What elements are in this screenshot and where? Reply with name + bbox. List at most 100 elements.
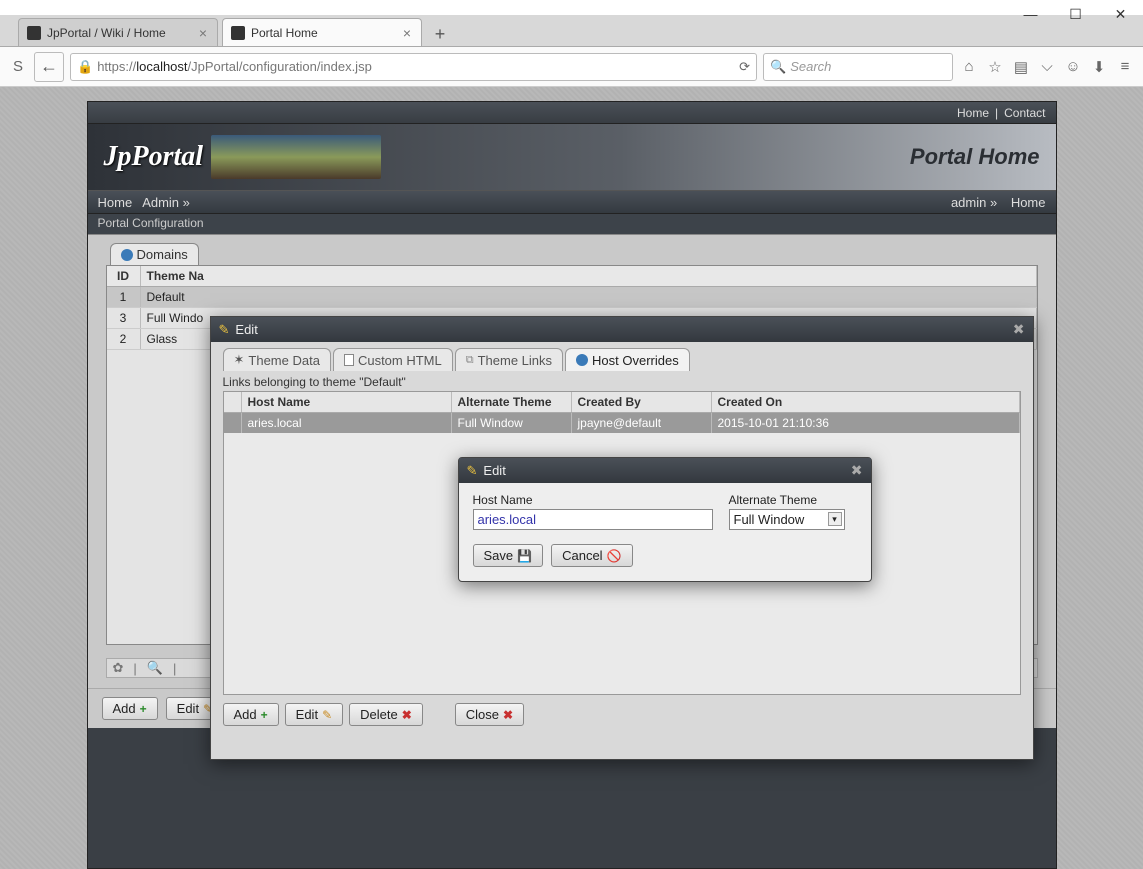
alt-theme-label: Alternate Theme (729, 493, 845, 507)
url-path: /JpPortal/configuration/index.jsp (188, 59, 372, 74)
tab-domains[interactable]: Domains (110, 243, 199, 265)
tab-portal-home[interactable]: Portal Home × (222, 18, 422, 46)
menu-user[interactable]: admin » (951, 195, 997, 210)
page-icon (344, 354, 354, 366)
browser-window: — ☐ ✕ JpPortal / Wiki / Home × Portal Ho… (0, 0, 1143, 869)
dialog-titlebar[interactable]: ✎ Edit ✖ (211, 317, 1033, 342)
menu-rhome[interactable]: Home (1011, 195, 1046, 210)
dialog-tabs: ✶ Theme Data Custom HTML ⧉ Theme Links H… (211, 342, 1033, 371)
col-name[interactable]: Theme Na (141, 266, 1037, 286)
search-placeholder: Search (790, 59, 831, 74)
globe-icon (576, 354, 588, 366)
back-button[interactable]: ← (34, 52, 64, 82)
shield-icon[interactable]: S (8, 57, 28, 77)
host-name-label: Host Name (473, 493, 713, 507)
portal-header: JpPortal Portal Home (88, 124, 1056, 190)
edit-button[interactable]: Edit ✎ (285, 703, 343, 726)
cell-id: 3 (107, 308, 141, 328)
add-button[interactable]: Add + (102, 697, 158, 720)
portal-logo-image (211, 135, 381, 179)
tab-theme-links[interactable]: ⧉ Theme Links (455, 348, 563, 371)
tab-label: Theme Links (478, 353, 552, 368)
breadcrumb: Portal Configuration (88, 214, 1056, 234)
cell-host: aries.local (242, 413, 452, 433)
cell-blank (224, 413, 242, 433)
tab-custom-html[interactable]: Custom HTML (333, 348, 453, 371)
separator: | (995, 106, 998, 120)
pencil-icon: ✎ (467, 463, 478, 479)
window-close-button[interactable]: ✕ (1098, 0, 1143, 28)
maximize-button[interactable]: ☐ (1053, 0, 1098, 28)
plus-icon: + (261, 708, 268, 722)
url-bar[interactable]: 🔒 https:// localhost /JpPortal/configura… (70, 53, 757, 81)
config-tabs: Domains (88, 235, 1056, 265)
tab-label: Domains (137, 247, 188, 262)
save-button[interactable]: Save 💾 (473, 544, 544, 567)
cell-by: jpayne@default (572, 413, 712, 433)
btn-label: Add (234, 707, 257, 722)
menu-bar: Home Admin » admin » Home (88, 190, 1056, 214)
cell-id: 1 (107, 287, 141, 307)
dialog-titlebar[interactable]: ✎ Edit ✖ (459, 458, 871, 483)
host-name-input[interactable] (473, 509, 713, 530)
btn-label: Add (113, 701, 136, 716)
dialog-actions: Save 💾 Cancel 🚫 (473, 544, 857, 567)
plus-icon: + (140, 702, 147, 716)
download-icon[interactable]: ⬇ (1089, 57, 1109, 77)
gear-icon[interactable]: ✿ (113, 660, 124, 676)
minimize-button[interactable]: — (1008, 0, 1053, 28)
tab-wiki[interactable]: JpPortal / Wiki / Home × (18, 18, 218, 46)
tab-label: JpPortal / Wiki / Home (47, 26, 166, 40)
top-nav: Home | Contact (88, 102, 1056, 124)
cell-alt: Full Window (452, 413, 572, 433)
reload-icon[interactable]: ⟳ (739, 59, 750, 75)
dialog-close-icon[interactable]: ✖ (851, 462, 863, 479)
col-on[interactable]: Created On (712, 392, 1020, 412)
dialog-body: Host Name Alternate Theme Full Window ▾ (459, 483, 871, 581)
home-icon[interactable]: ⌂ (959, 57, 979, 77)
disk-icon: 💾 (517, 549, 532, 563)
pencil-icon: ✎ (219, 322, 230, 338)
alt-theme-select[interactable]: Full Window ▾ (729, 509, 845, 530)
new-tab-button[interactable]: + (428, 22, 452, 46)
tab-host-overrides[interactable]: Host Overrides (565, 348, 690, 371)
chevron-down-icon: ▾ (828, 512, 842, 526)
search-icon: 🔍 (770, 59, 786, 75)
col-by[interactable]: Created By (572, 392, 712, 412)
tab-label: Host Overrides (592, 353, 679, 368)
menu-icon[interactable]: ≡ (1115, 57, 1135, 77)
favicon-icon (27, 26, 41, 40)
tab-close-icon[interactable]: × (197, 25, 209, 41)
page-background: Home | Contact JpPortal Portal Home Home… (0, 87, 1143, 869)
magnifier-icon[interactable]: 🔍 (147, 660, 163, 676)
add-button[interactable]: Add + (223, 703, 279, 726)
smile-icon[interactable]: ☺ (1063, 57, 1083, 77)
btn-label: Save (484, 548, 514, 563)
topnav-home[interactable]: Home (957, 106, 989, 120)
col-alt[interactable]: Alternate Theme (452, 392, 572, 412)
tab-theme-data[interactable]: ✶ Theme Data (223, 348, 331, 371)
table-row[interactable]: aries.local Full Window jpayne@default 2… (224, 413, 1020, 433)
col-id[interactable]: ID (107, 266, 141, 286)
dialog-close-icon[interactable]: ✖ (1013, 321, 1025, 338)
cancel-button[interactable]: Cancel 🚫 (551, 544, 632, 567)
col-host[interactable]: Host Name (242, 392, 452, 412)
delete-button[interactable]: Delete ✖ (349, 703, 423, 726)
separator: | (173, 661, 176, 676)
clipboard-icon[interactable]: ▤ (1011, 57, 1031, 77)
btn-label: Edit (177, 701, 199, 716)
window-controls: — ☐ ✕ (1008, 0, 1143, 28)
grid-header: ID Theme Na (107, 266, 1037, 287)
table-row[interactable]: 1 Default (107, 287, 1037, 308)
globe-icon (121, 249, 133, 261)
tab-close-icon[interactable]: × (401, 25, 413, 41)
menu-admin[interactable]: Admin » (142, 195, 190, 210)
topnav-contact[interactable]: Contact (1004, 106, 1045, 120)
separator: | (133, 661, 136, 676)
search-bar[interactable]: 🔍 Search (763, 53, 953, 81)
select-value: Full Window (734, 512, 805, 527)
menu-home[interactable]: Home (98, 195, 133, 210)
close-button[interactable]: Close ✖ (455, 703, 524, 726)
bookmark-icon[interactable]: ☆ (985, 57, 1005, 77)
pocket-icon[interactable]: ⌵ (1037, 57, 1057, 77)
